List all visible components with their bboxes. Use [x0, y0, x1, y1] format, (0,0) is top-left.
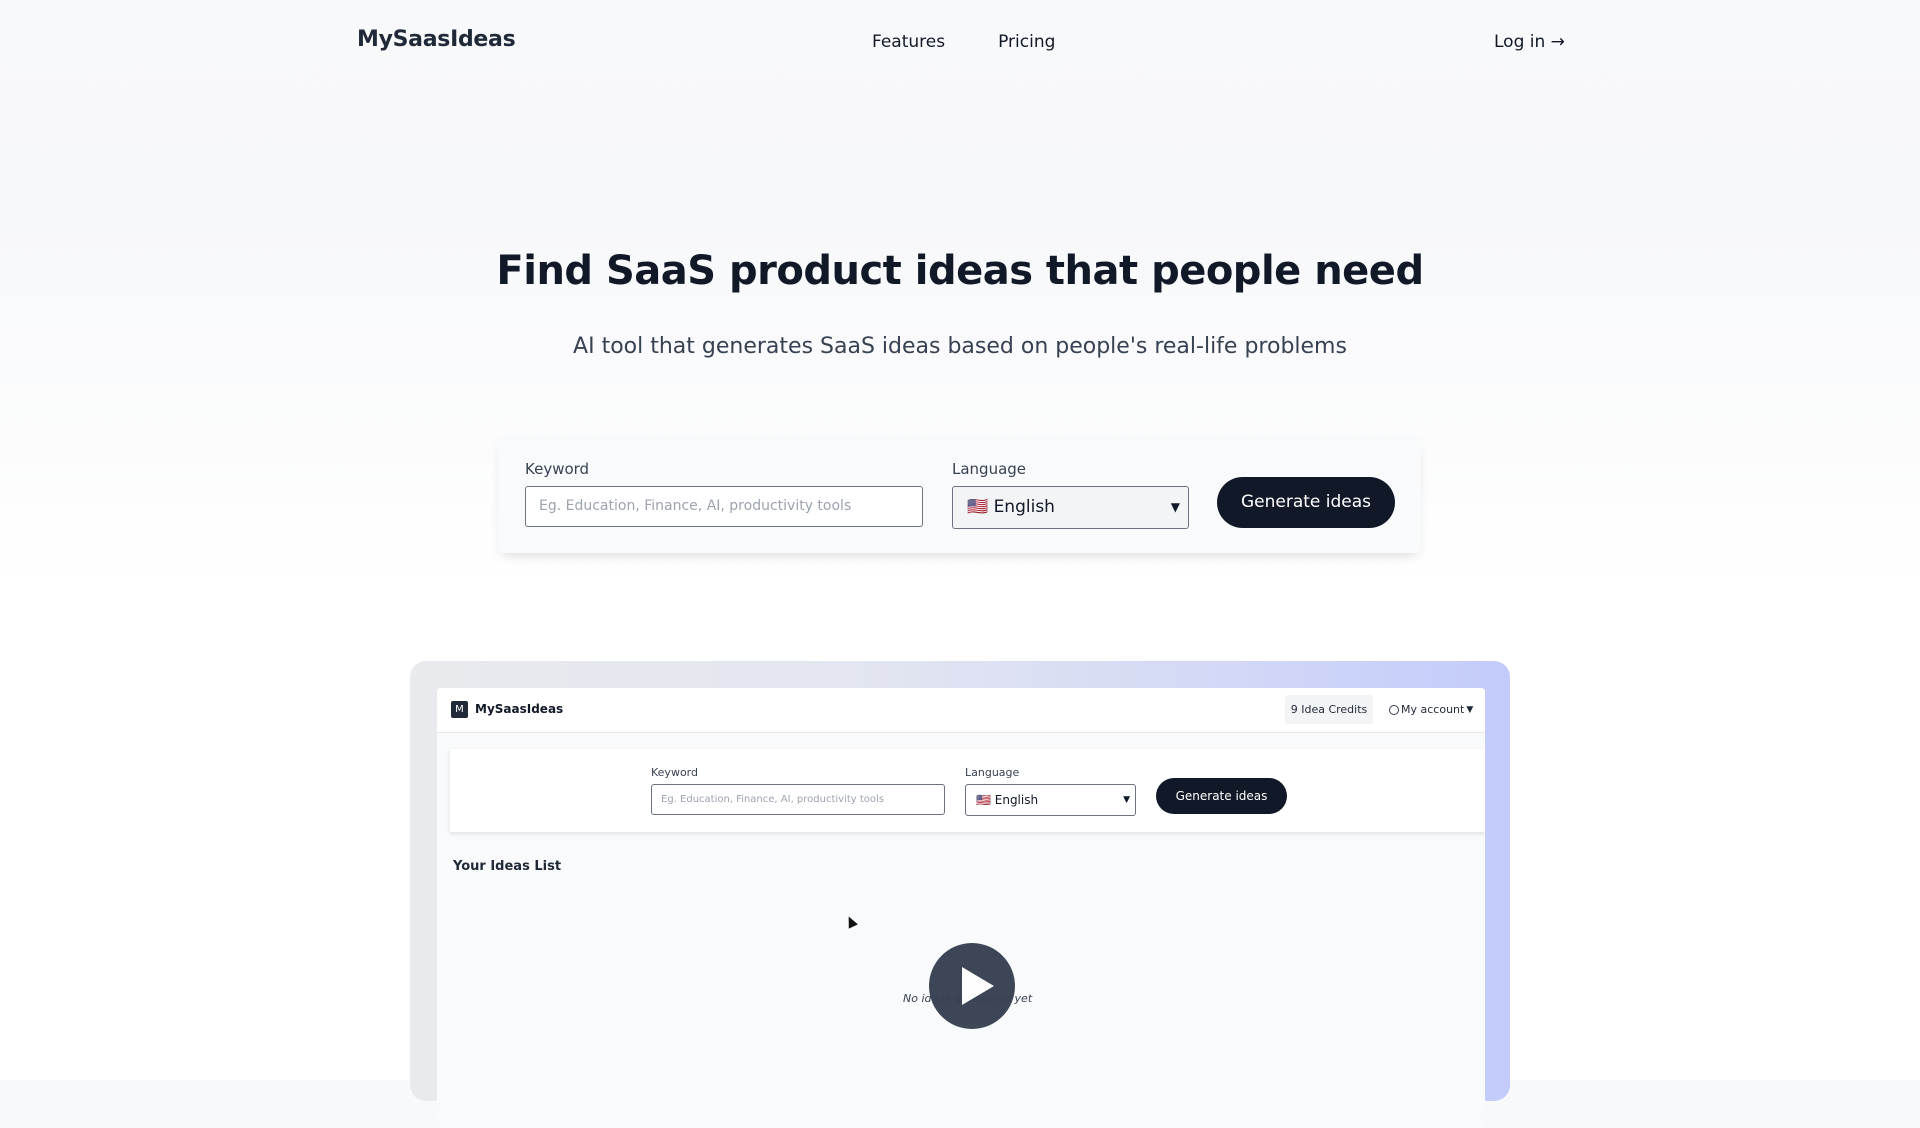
idea-form: Keyword Eg. Education, Finance, AI, prod…	[498, 435, 1421, 553]
preview-language-select: 🇺🇸 English ▼	[965, 784, 1136, 816]
preview-ideas-title: Your Ideas List	[453, 859, 562, 874]
play-icon	[962, 967, 994, 1005]
generate-ideas-button[interactable]: Generate ideas	[1217, 477, 1395, 528]
hero-subtitle: AI tool that generates SaaS ideas based …	[573, 334, 1347, 359]
preview-generate-button: Generate ideas	[1156, 778, 1287, 814]
chevron-down-icon: ▼	[1466, 704, 1474, 715]
preview-app-window: M MySaasIdeas 9 Idea Credits My account …	[437, 688, 1485, 1128]
language-label: Language	[952, 460, 1027, 478]
preview-keyword-input: Eg. Education, Finance, AI, productivity…	[651, 784, 945, 815]
login-link[interactable]: Log in →	[1494, 32, 1565, 52]
language-select[interactable]: 🇺🇸 English ▼	[952, 486, 1189, 529]
chevron-down-icon: ▼	[1123, 795, 1130, 805]
brand-logo[interactable]: MySaasIdeas	[357, 27, 516, 52]
preview-keyword-label: Keyword	[651, 766, 698, 779]
hero-title: Find SaaS product ideas that people need	[496, 248, 1424, 294]
top-nav: MySaasIdeas Features Pricing Log in →	[0, 0, 1920, 86]
preview-language-label: Language	[965, 766, 1020, 779]
mouse-cursor-icon	[844, 914, 858, 929]
nav-link-pricing[interactable]: Pricing	[998, 32, 1055, 52]
preview-credits-badge: 9 Idea Credits	[1285, 695, 1373, 724]
keyword-input[interactable]: Eg. Education, Finance, AI, productivity…	[525, 486, 923, 527]
preview-language-value: 🇺🇸 English	[976, 793, 1039, 807]
chevron-down-icon: ▼	[1170, 500, 1180, 514]
preview-account-menu: My account ▼	[1389, 703, 1473, 716]
preview-logo-icon: M	[451, 701, 468, 718]
keyword-label: Keyword	[525, 460, 590, 478]
preview-brand: MySaasIdeas	[475, 702, 564, 716]
user-circle-icon	[1389, 704, 1399, 715]
play-video-button[interactable]	[929, 943, 1015, 1029]
nav-link-features[interactable]: Features	[872, 32, 945, 52]
preview-account-label: My account	[1401, 703, 1465, 716]
preview-form: Keyword Eg. Education, Finance, AI, prod…	[450, 749, 1485, 832]
preview-header: M MySaasIdeas 9 Idea Credits My account …	[437, 688, 1485, 733]
language-select-value: 🇺🇸 English	[967, 497, 1055, 517]
nav-links: Features Pricing	[872, 32, 1055, 52]
product-preview: M MySaasIdeas 9 Idea Credits My account …	[410, 661, 1510, 1128]
